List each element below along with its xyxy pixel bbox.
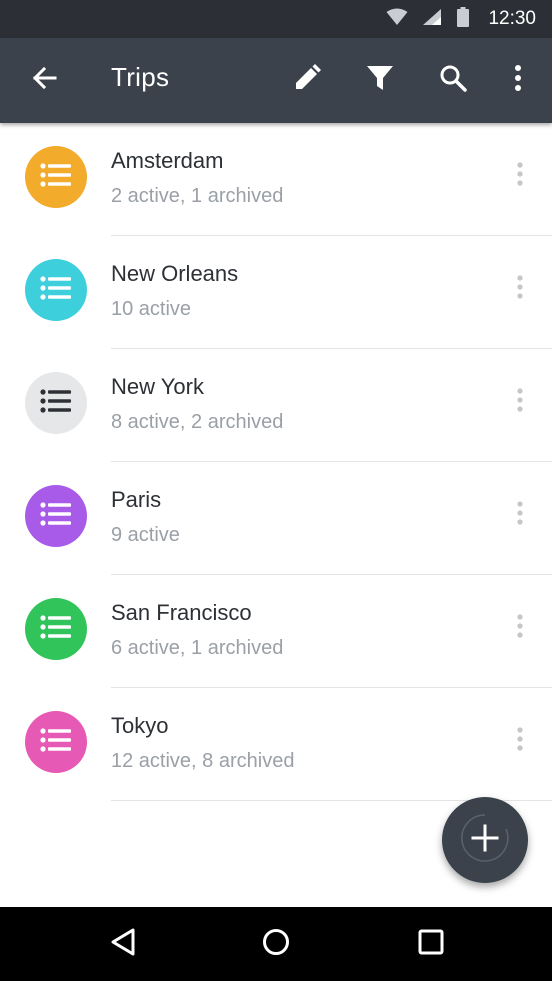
page-title: Trips [111, 62, 170, 92]
nav-home-button[interactable] [256, 924, 296, 964]
list-item[interactable]: Tokyo 12 active, 8 archived [0, 688, 552, 801]
signal-icon [422, 8, 442, 31]
battery-icon [456, 6, 470, 32]
trip-list: Amsterdam 2 active, 1 archived New Orlea… [0, 123, 552, 801]
more-vert-icon [517, 613, 523, 643]
item-overflow-button[interactable] [508, 161, 532, 191]
more-vert-icon [517, 274, 523, 304]
trip-avatar [25, 372, 87, 434]
item-overflow-button[interactable] [508, 613, 532, 643]
navigation-bar [0, 907, 552, 981]
add-trip-fab[interactable] [442, 797, 528, 883]
nav-recents-button[interactable] [411, 924, 451, 964]
trip-avatar [25, 711, 87, 773]
trip-avatar [25, 598, 87, 660]
trip-name: New Orleans [111, 261, 239, 286]
search-icon [439, 64, 467, 97]
more-vert-icon [517, 726, 523, 756]
trip-name: San Francisco [111, 600, 252, 625]
list-item[interactable]: Amsterdam 2 active, 1 archived [0, 123, 552, 236]
status-bar: 12:30 [0, 0, 552, 38]
item-overflow-button[interactable] [508, 500, 532, 530]
more-vert-icon [517, 387, 523, 417]
more-vert-icon [517, 161, 523, 191]
trip-subtitle: 6 active, 1 archived [111, 637, 284, 659]
list-item[interactable]: New York 8 active, 2 archived [0, 349, 552, 462]
list-icon [40, 162, 72, 192]
trip-subtitle: 9 active [111, 524, 180, 546]
edit-button[interactable] [287, 60, 327, 100]
trip-subtitle: 10 active [111, 298, 192, 320]
edit-icon [292, 63, 322, 98]
trip-name: Tokyo [111, 713, 169, 738]
add-icon [460, 813, 510, 868]
list-icon [40, 614, 72, 644]
list-icon [40, 275, 72, 305]
trip-name: Paris [111, 487, 162, 512]
status-time: 12:30 [488, 8, 536, 29]
trip-avatar [25, 259, 87, 321]
list-item[interactable]: Paris 9 active [0, 462, 552, 575]
nav-back-button[interactable] [103, 924, 143, 964]
list-icon [40, 501, 72, 531]
trip-subtitle: 12 active, 8 archived [111, 750, 295, 772]
status-icons: 12:30 [386, 0, 536, 38]
list-icon [40, 388, 72, 418]
wifi-icon [386, 8, 408, 31]
list-item[interactable]: San Francisco 6 active, 1 archived [0, 575, 552, 688]
home-nav-icon [262, 928, 290, 961]
arrow-back-icon [31, 66, 57, 95]
filter-button[interactable] [360, 60, 400, 100]
recents-nav-icon [418, 929, 444, 960]
overflow-menu-button[interactable] [498, 60, 538, 100]
back-button[interactable] [24, 60, 64, 100]
trip-avatar [25, 146, 87, 208]
trip-subtitle: 8 active, 2 archived [111, 411, 284, 433]
list-icon [40, 727, 72, 757]
trip-avatar [25, 485, 87, 547]
item-overflow-button[interactable] [508, 274, 532, 304]
app-bar: Trips [0, 38, 552, 123]
list-item[interactable]: New Orleans 10 active [0, 236, 552, 349]
more-vert-icon [514, 64, 522, 96]
trip-subtitle: 2 active, 1 archived [111, 185, 284, 207]
back-nav-icon [110, 928, 136, 961]
more-vert-icon [517, 500, 523, 530]
trip-name: Amsterdam [111, 148, 224, 173]
filter-icon [366, 65, 394, 96]
trip-name: New York [111, 374, 204, 399]
item-overflow-button[interactable] [508, 387, 532, 417]
search-button[interactable] [433, 60, 473, 100]
item-overflow-button[interactable] [508, 726, 532, 756]
